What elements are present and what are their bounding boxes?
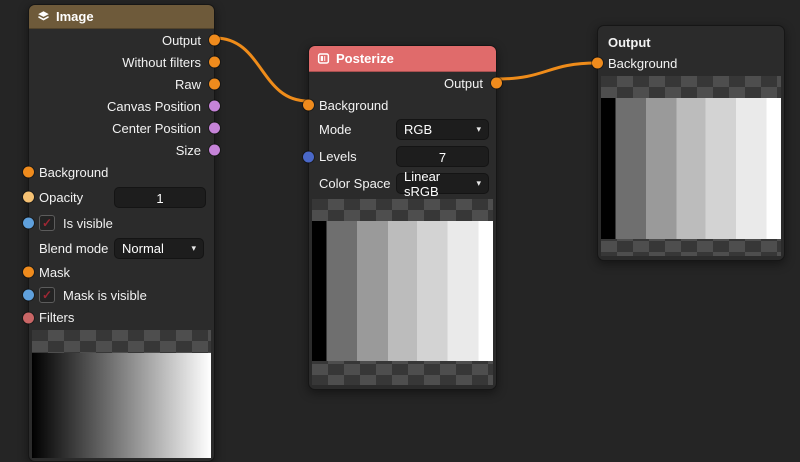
port-row-without-filters: Without filters xyxy=(29,51,220,73)
image-node[interactable]: Image Output Without filters Raw Canvas … xyxy=(23,4,220,462)
port-label: Mask is visible xyxy=(63,287,147,303)
image-node-title: Image xyxy=(56,9,94,24)
port-label: Size xyxy=(175,142,201,158)
blend-mode-dropdown[interactable]: Normal ▾ xyxy=(114,237,204,259)
port-label: Output xyxy=(443,75,483,91)
port-label: Center Position xyxy=(112,120,201,136)
wire-posterize-output-to-output-background[interactable] xyxy=(495,61,599,81)
opacity-port[interactable] xyxy=(23,191,34,203)
port-row-output: Output xyxy=(309,72,502,94)
mode-dropdown[interactable]: RGB ▾ xyxy=(396,119,489,140)
port-row-filters: Filters xyxy=(23,307,214,328)
port-label: Without filters xyxy=(122,54,201,70)
chevron-down-icon: ▾ xyxy=(476,178,481,188)
wire-image-output-to-posterize-background[interactable] xyxy=(213,36,310,103)
chevron-down-icon: ▾ xyxy=(191,242,196,253)
port-label: Mask xyxy=(39,264,71,280)
output-port[interactable] xyxy=(491,77,502,89)
size-port[interactable] xyxy=(209,144,220,156)
port-row-opacity: Opacity 1 xyxy=(23,183,214,211)
port-row-is-visible: ✓ Is visible xyxy=(23,211,214,235)
image-preview-gradient xyxy=(32,353,211,458)
posterize-node[interactable]: Posterize Output Background Mode RGB ▾ L… xyxy=(303,45,502,390)
port-label: Filters xyxy=(39,310,75,325)
output-node[interactable]: Output Background xyxy=(592,25,785,261)
blend-mode-label: Blend mode xyxy=(39,240,109,256)
port-row-background: Background xyxy=(23,161,214,183)
is-visible-port[interactable] xyxy=(23,217,34,229)
filters-port[interactable] xyxy=(23,312,34,323)
color-space-value: Linear sRGB xyxy=(404,168,441,199)
port-row-background: Background xyxy=(592,52,784,74)
color-space-dropdown[interactable]: Linear sRGB ▾ xyxy=(396,169,489,199)
chevron-down-icon: ▾ xyxy=(476,124,481,134)
output-node-preview xyxy=(601,76,781,256)
port-label: Background xyxy=(319,97,389,113)
mode-label: Mode xyxy=(319,122,352,137)
mode-value: RGB xyxy=(404,122,433,137)
port-row-size: Size xyxy=(29,139,220,161)
port-label: Background xyxy=(608,55,678,71)
port-row-canvas-position: Canvas Position xyxy=(29,95,220,117)
port-row-raw: Raw xyxy=(29,73,220,95)
canvas-position-port[interactable] xyxy=(209,100,220,112)
port-row-center-position: Center Position xyxy=(29,117,220,139)
levels-label: Levels xyxy=(319,149,357,164)
is-visible-checkbox[interactable]: ✓ xyxy=(39,215,55,231)
port-row-mask: Mask xyxy=(23,261,214,283)
posterized-image xyxy=(312,221,493,361)
row-blend-mode: Blend mode Normal ▾ xyxy=(29,235,214,261)
center-position-port[interactable] xyxy=(209,122,220,134)
port-row-levels: Levels 7 xyxy=(303,143,496,170)
port-row-mask-is-visible: ✓ Mask is visible xyxy=(23,283,214,307)
background-port[interactable] xyxy=(23,166,34,178)
port-label: Is visible xyxy=(63,215,113,231)
row-color-space: Color Space Linear sRGB ▾ xyxy=(309,169,496,199)
posterize-node-header[interactable]: Posterize xyxy=(309,46,496,72)
row-mode: Mode RGB ▾ xyxy=(309,116,496,143)
port-label: Canvas Position xyxy=(107,98,201,114)
posterize-icon xyxy=(317,52,330,65)
check-icon: ✓ xyxy=(41,288,53,302)
without-filters-port[interactable] xyxy=(209,56,220,68)
mask-is-visible-checkbox[interactable]: ✓ xyxy=(39,287,55,303)
port-row-background: Background xyxy=(303,94,496,116)
output-node-title: Output xyxy=(608,34,651,50)
background-port[interactable] xyxy=(303,99,314,111)
output-node-title-row: Output xyxy=(598,26,784,52)
levels-input[interactable]: 7 xyxy=(396,146,489,167)
port-row-output: Output xyxy=(29,29,220,51)
port-label: Raw xyxy=(174,76,201,92)
posterize-node-preview xyxy=(312,199,493,385)
mask-port[interactable] xyxy=(23,266,34,278)
output-port[interactable] xyxy=(209,34,220,46)
image-node-header[interactable]: Image xyxy=(29,5,214,29)
blend-mode-value: Normal xyxy=(122,240,164,256)
port-label: Opacity xyxy=(39,189,84,205)
image-node-preview xyxy=(32,330,211,458)
posterized-image xyxy=(601,98,781,239)
background-port[interactable] xyxy=(592,57,603,69)
port-label: Background xyxy=(39,164,109,180)
opacity-input[interactable]: 1 xyxy=(114,186,206,208)
layers-icon xyxy=(37,10,50,23)
check-icon: ✓ xyxy=(41,216,53,230)
color-space-label: Color Space xyxy=(319,176,391,191)
port-label: Output xyxy=(161,32,201,48)
levels-port[interactable] xyxy=(303,151,314,162)
raw-port[interactable] xyxy=(209,78,220,90)
posterize-node-title: Posterize xyxy=(336,51,394,66)
mask-is-visible-port[interactable] xyxy=(23,289,34,301)
